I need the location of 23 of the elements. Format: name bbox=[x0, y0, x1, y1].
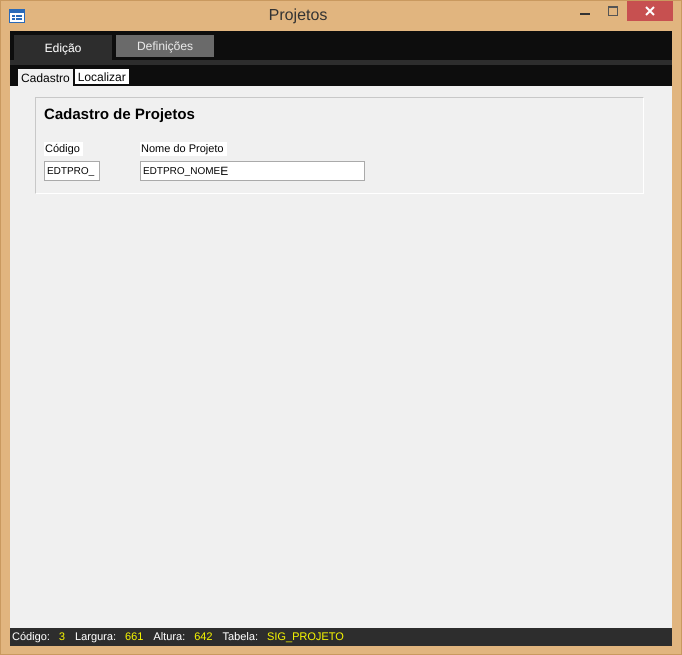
tab[interactable]: Definições bbox=[116, 35, 214, 57]
field-label: Nome do Projeto bbox=[140, 142, 227, 156]
close-button[interactable] bbox=[627, 1, 673, 21]
status-value: SIG_PROJETO bbox=[267, 631, 344, 643]
status-label: Tabela: bbox=[222, 631, 258, 643]
window-title: Projetos bbox=[268, 7, 328, 25]
status-label: Altura: bbox=[153, 631, 186, 643]
close-icon bbox=[645, 6, 655, 16]
maximize-icon bbox=[608, 6, 618, 16]
status-label: Largura: bbox=[75, 631, 116, 643]
minimize-icon bbox=[580, 13, 590, 15]
group-title: Cadastro de Projetos bbox=[44, 106, 196, 123]
tab[interactable]: Edição bbox=[14, 35, 112, 60]
status-value: 661 bbox=[125, 631, 144, 643]
status-label: Código: bbox=[12, 631, 50, 643]
app-icon bbox=[9, 9, 25, 23]
input-field[interactable]: EDTPRO_NOMEE bbox=[140, 161, 365, 181]
tab[interactable]: Cadastro bbox=[18, 69, 73, 86]
status-value: 642 bbox=[194, 631, 213, 643]
input-field[interactable]: EDTPRO_ bbox=[44, 161, 100, 181]
status-value: 3 bbox=[58, 631, 66, 643]
field-label: Código bbox=[44, 142, 83, 156]
tab[interactable]: Localizar bbox=[74, 69, 129, 84]
